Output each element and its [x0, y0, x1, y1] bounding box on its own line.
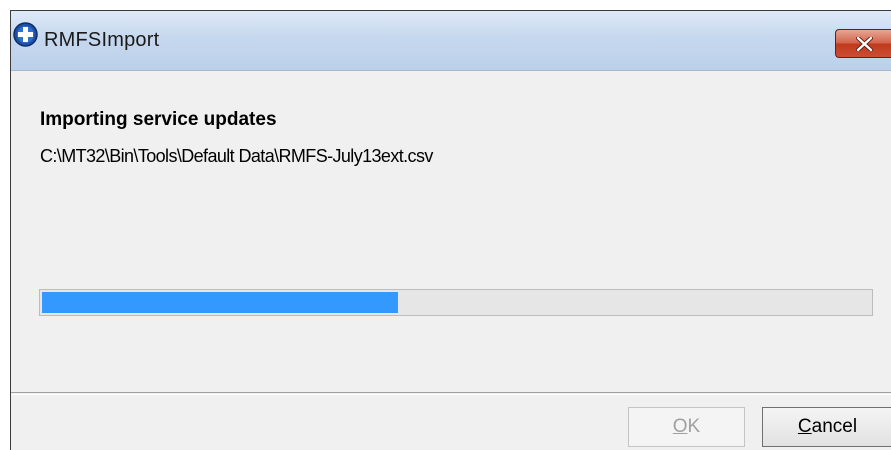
close-icon: [856, 37, 873, 51]
cancel-button[interactable]: Cancel: [762, 407, 891, 447]
window-title: RMFSImport: [44, 29, 160, 51]
cancel-mnemonic: C: [797, 416, 812, 437]
file-path-label: C:\MT32\Bin\Tools\Default Data\RMFS-July…: [40, 146, 433, 166]
content-area: Importing service updates C:\MT32\Bin\To…: [11, 71, 891, 393]
blue-cross-app-icon: [13, 22, 38, 47]
button-bar: OK Cancel: [11, 394, 891, 450]
cancel-label-rest: ancel: [811, 416, 858, 437]
status-heading: Importing service updates: [40, 109, 277, 130]
progress-bar-fill: [42, 292, 398, 313]
close-button[interactable]: [835, 29, 891, 58]
import-dialog: RMFSImport Importing service updates C:\…: [10, 10, 891, 450]
title-bar[interactable]: RMFSImport: [11, 11, 891, 71]
ok-mnemonic: O: [672, 416, 688, 437]
ok-label-rest: K: [687, 416, 701, 437]
import-progress-bar: [39, 289, 873, 316]
ok-button[interactable]: OK: [628, 407, 745, 447]
